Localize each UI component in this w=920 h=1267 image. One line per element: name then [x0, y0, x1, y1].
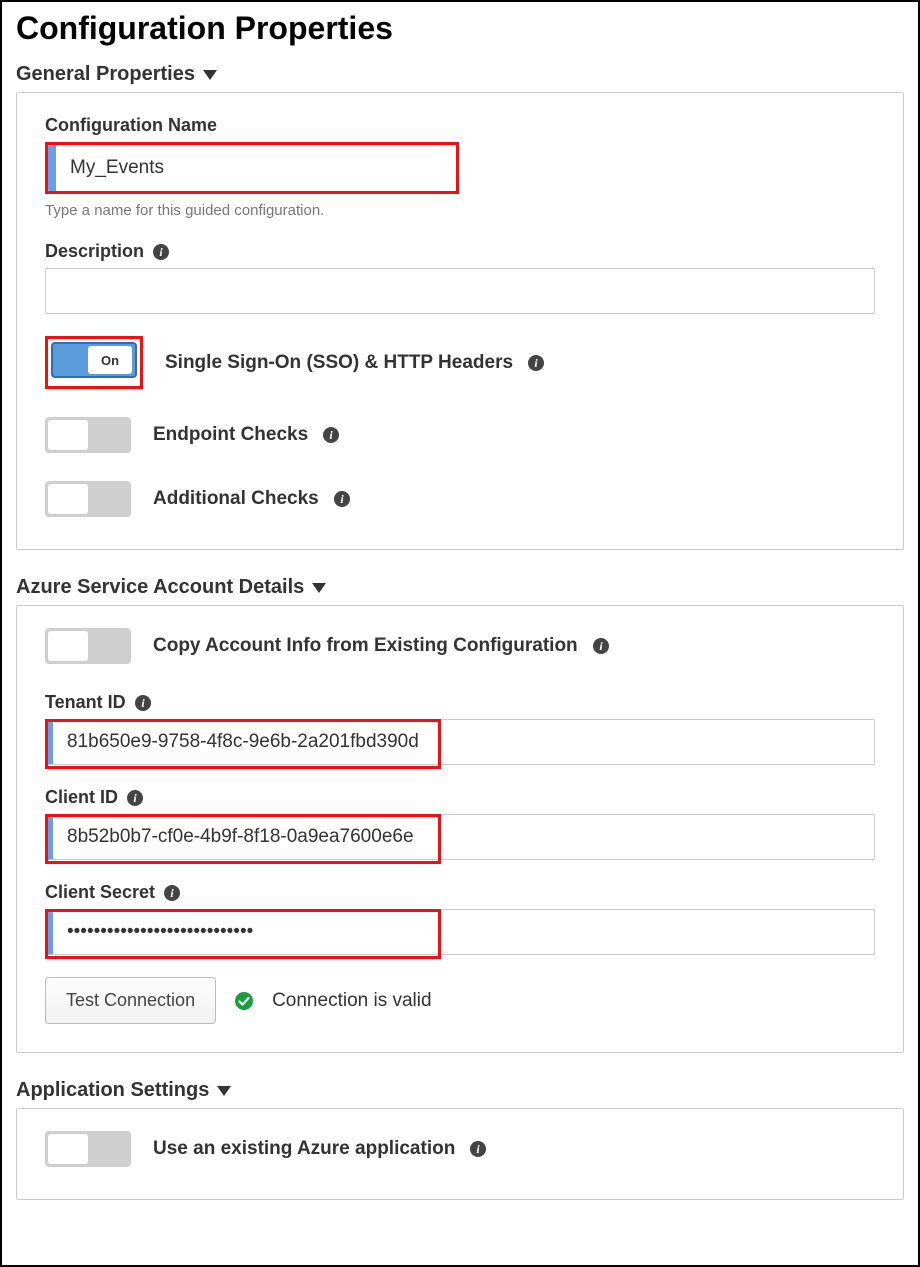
- toggle-knob: On: [88, 346, 132, 374]
- highlight-sso-toggle: On: [45, 336, 143, 389]
- additional-toggle[interactable]: [45, 481, 131, 517]
- additional-toggle-label: Additional Checks: [153, 488, 319, 510]
- toggle-knob: [48, 631, 88, 661]
- panel-general: Configuration Name Type a name for this …: [16, 92, 904, 550]
- section-header-azure[interactable]: Azure Service Account Details: [16, 576, 904, 599]
- highlight-config-name: [45, 142, 459, 194]
- info-icon[interactable]: i: [469, 1140, 487, 1158]
- connection-status-text: Connection is valid: [272, 990, 431, 1012]
- section-header-app[interactable]: Application Settings: [16, 1079, 904, 1102]
- page-title: Configuration Properties: [16, 10, 904, 47]
- caret-down-icon: [312, 576, 326, 599]
- info-icon[interactable]: i: [527, 354, 545, 372]
- info-icon[interactable]: i: [126, 789, 144, 807]
- panel-azure: Copy Account Info from Existing Configur…: [16, 605, 904, 1053]
- info-icon[interactable]: i: [152, 243, 170, 261]
- section-title-general: General Properties: [16, 63, 195, 86]
- description-label: Description: [45, 241, 144, 262]
- use-existing-toggle[interactable]: [45, 1131, 131, 1167]
- section-title-app: Application Settings: [16, 1079, 209, 1102]
- config-name-label: Configuration Name: [45, 115, 875, 136]
- panel-app: Use an existing Azure application i: [16, 1108, 904, 1200]
- section-header-general[interactable]: General Properties: [16, 63, 904, 86]
- caret-down-icon: [203, 63, 217, 86]
- info-icon[interactable]: i: [592, 637, 610, 655]
- config-name-input[interactable]: [48, 145, 456, 191]
- toggle-knob: [48, 484, 88, 514]
- description-input[interactable]: [45, 268, 875, 314]
- check-circle-icon: [234, 991, 254, 1011]
- sso-toggle-label: Single Sign-On (SSO) & HTTP Headers: [165, 352, 513, 374]
- section-title-azure: Azure Service Account Details: [16, 576, 304, 599]
- config-name-hint: Type a name for this guided configuratio…: [45, 202, 875, 219]
- caret-down-icon: [217, 1079, 231, 1102]
- endpoint-toggle-label: Endpoint Checks: [153, 424, 308, 446]
- client-secret-label: Client Secret: [45, 882, 155, 903]
- sso-toggle[interactable]: On: [51, 342, 137, 378]
- copy-account-toggle-label: Copy Account Info from Existing Configur…: [153, 635, 578, 657]
- client-secret-input[interactable]: [45, 909, 875, 955]
- info-icon[interactable]: i: [322, 426, 340, 444]
- info-icon[interactable]: i: [134, 694, 152, 712]
- client-id-label: Client ID: [45, 787, 118, 808]
- endpoint-toggle[interactable]: [45, 417, 131, 453]
- test-connection-button[interactable]: Test Connection: [45, 977, 216, 1024]
- tenant-id-input[interactable]: [45, 719, 875, 765]
- info-icon[interactable]: i: [163, 884, 181, 902]
- toggle-knob: [48, 420, 88, 450]
- use-existing-toggle-label: Use an existing Azure application: [153, 1138, 455, 1160]
- copy-account-toggle[interactable]: [45, 628, 131, 664]
- info-icon[interactable]: i: [333, 490, 351, 508]
- client-id-input[interactable]: [45, 814, 875, 860]
- tenant-id-label: Tenant ID: [45, 692, 126, 713]
- toggle-knob: [48, 1134, 88, 1164]
